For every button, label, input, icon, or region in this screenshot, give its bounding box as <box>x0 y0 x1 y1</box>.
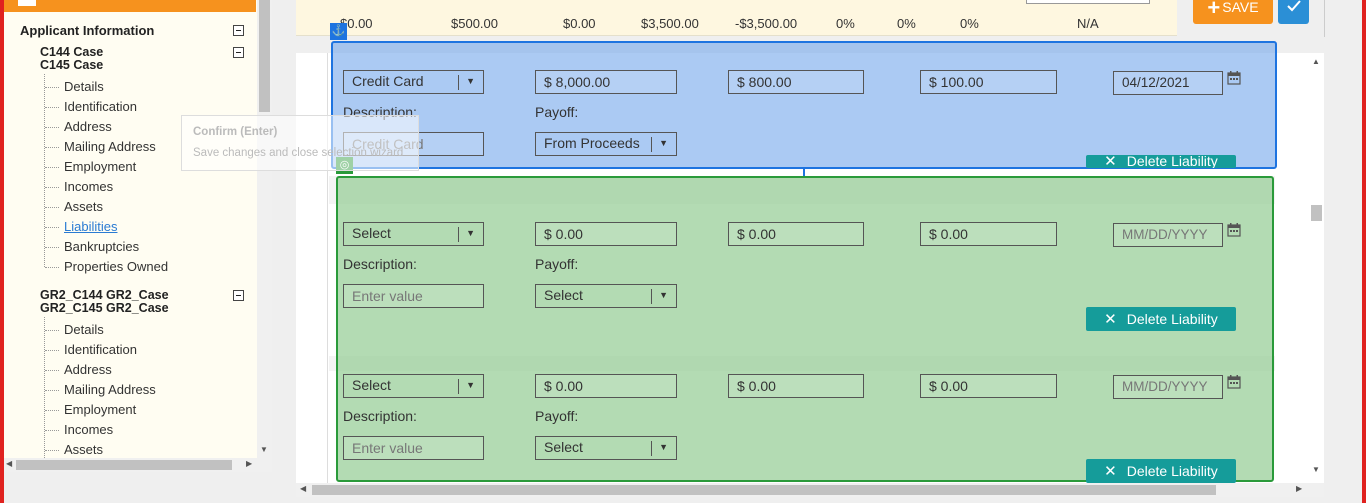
tree-item[interactable]: Employment <box>64 402 136 417</box>
top-partial-input[interactable] <box>1026 0 1150 4</box>
scroll-left-icon[interactable]: ◀ <box>6 459 12 468</box>
payoff-select[interactable]: Select ▼ <box>535 436 677 460</box>
close-icon: ✕ <box>1104 311 1117 328</box>
tree-item[interactable]: Mailing Address <box>64 139 156 154</box>
scroll-up-icon[interactable]: ▲ <box>1312 57 1320 66</box>
chevron-down-icon: ▼ <box>466 228 475 238</box>
tree-item[interactable]: Assets <box>64 442 103 457</box>
scroll-left-icon[interactable]: ◀ <box>300 484 306 493</box>
payoff-select[interactable]: Select ▼ <box>535 284 677 308</box>
chevron-down-icon: ▼ <box>466 76 475 86</box>
balance-field[interactable]: $ 8,000.00 <box>535 70 677 94</box>
scroll-right-icon[interactable]: ▶ <box>246 459 252 468</box>
scroll-right-icon[interactable]: ▶ <box>1296 484 1302 493</box>
date-field[interactable]: 04/12/2021 <box>1113 71 1223 95</box>
liability-type-select[interactable]: Credit Card ▼ <box>343 70 484 94</box>
summary-value: 0% <box>960 16 979 31</box>
check-icon <box>1286 0 1301 12</box>
chevron-down-icon: ▼ <box>659 442 668 452</box>
window-frame-right <box>1362 0 1366 503</box>
liability-type-select[interactable]: Select ▼ <box>343 222 484 246</box>
payment-field[interactable]: $ 0.00 <box>728 374 864 398</box>
summary-value: $0.00 <box>563 16 596 31</box>
summary-value: $500.00 <box>451 16 498 31</box>
tree-item[interactable]: Assets <box>64 199 103 214</box>
balance-field[interactable]: $ 0.00 <box>535 374 677 398</box>
tree-item[interactable]: Identification <box>64 342 137 357</box>
calendar-icon[interactable] <box>1227 223 1241 237</box>
applicant1-name-line2[interactable]: C145 Case <box>40 59 103 72</box>
collapse-applicant1-icon[interactable] <box>233 47 244 58</box>
tree-item[interactable]: Identification <box>64 99 137 114</box>
chevron-down-icon: ▼ <box>466 380 475 390</box>
calendar-icon[interactable] <box>1227 71 1241 85</box>
scroll-down-icon[interactable]: ▼ <box>260 445 268 454</box>
tree-item[interactable]: Address <box>64 119 112 134</box>
description-input[interactable]: Enter value <box>343 436 484 460</box>
tooltip-title: Confirm (Enter) <box>193 126 278 138</box>
summary-value: -$3,500.00 <box>735 16 798 31</box>
delete-liability-button[interactable]: ✕ Delete Liability <box>1086 155 1236 168</box>
collapse-section-icon[interactable] <box>233 25 244 36</box>
applicant-tree-panel: Applicant Information C144 Case C145 Cas… <box>4 0 257 472</box>
summary-value: 0% <box>836 16 855 31</box>
payment-field[interactable]: $ 0.00 <box>728 222 864 246</box>
close-icon: ✕ <box>1104 463 1117 480</box>
date-field[interactable]: MM/DD/YYYY <box>1113 375 1223 399</box>
tooltip-body: Save changes and close selection wizard <box>193 147 404 159</box>
tree-item[interactable]: Incomes <box>64 422 113 437</box>
summary-value: 0% <box>897 16 916 31</box>
content-vertical-scrollbar[interactable]: ▲ ▼ <box>1308 53 1324 483</box>
tree-item[interactable]: Address <box>64 362 112 377</box>
confirm-button[interactable] <box>1278 0 1309 24</box>
payoff-select[interactable]: From Proceeds ▼ <box>535 132 677 156</box>
collapse-applicant2-icon[interactable] <box>233 290 244 301</box>
tree-item[interactable]: Employment <box>64 159 136 174</box>
panel-header-bar <box>4 0 256 12</box>
tree-item[interactable]: Liabilities <box>64 219 117 234</box>
plus-icon: + <box>1207 0 1221 21</box>
chevron-down-icon: ▼ <box>659 290 668 300</box>
chevron-down-icon: ▼ <box>659 138 668 148</box>
delete-liability-button[interactable]: ✕ Delete Liability <box>1086 307 1236 331</box>
scroll-down-icon[interactable]: ▼ <box>1312 465 1320 474</box>
tree-item[interactable]: Properties Owned <box>64 259 168 274</box>
save-button[interactable]: + SAVE <box>1193 0 1273 24</box>
close-icon: ✕ <box>1104 155 1117 168</box>
applicant2-name-line2[interactable]: GR2_C145 GR2_Case <box>40 302 169 315</box>
description-label: Description: <box>343 408 417 424</box>
liability-type-select[interactable]: Select ▼ <box>343 374 484 398</box>
tree-item[interactable]: Details <box>64 322 104 337</box>
tree-item[interactable]: Bankruptcies <box>64 239 139 254</box>
tree-section-title: Applicant Information <box>20 23 155 38</box>
date-field[interactable]: MM/DD/YYYY <box>1113 223 1223 247</box>
payoff-label: Payoff: <box>535 104 579 120</box>
payment-field[interactable]: $ 800.00 <box>728 70 864 94</box>
tree-horizontal-scrollbar[interactable]: ◀ ▶ <box>4 458 257 472</box>
tree-vertical-scrollbar[interactable]: ▼ <box>257 0 272 472</box>
description-label: Description: <box>343 256 417 272</box>
calendar-icon[interactable] <box>1227 375 1241 389</box>
liabilities-summary-row: $0.00 $500.00 $0.00 $3,500.00 -$3,500.00… <box>296 0 1177 36</box>
tree-item[interactable]: Details <box>64 79 104 94</box>
balance-field[interactable]: $ 0.00 <box>535 222 677 246</box>
description-input[interactable]: Enter value <box>343 284 484 308</box>
payoff-label: Payoff: <box>535 408 579 424</box>
limit-field[interactable]: $ 0.00 <box>920 222 1057 246</box>
summary-value: $3,500.00 <box>641 16 699 31</box>
limit-field[interactable]: $ 100.00 <box>920 70 1057 94</box>
delete-liability-button[interactable]: ✕ Delete Liability <box>1086 459 1236 483</box>
tree-item[interactable]: Mailing Address <box>64 382 156 397</box>
summary-value: N/A <box>1077 16 1099 31</box>
content-horizontal-scrollbar[interactable]: ◀ ▶ <box>296 483 1324 497</box>
confirm-tooltip: Confirm (Enter) Save changes and close s… <box>181 115 419 171</box>
anchor-icon: ⚓ <box>330 23 347 40</box>
limit-field[interactable]: $ 0.00 <box>920 374 1057 398</box>
payoff-label: Payoff: <box>535 256 579 272</box>
tree-item[interactable]: Incomes <box>64 179 113 194</box>
